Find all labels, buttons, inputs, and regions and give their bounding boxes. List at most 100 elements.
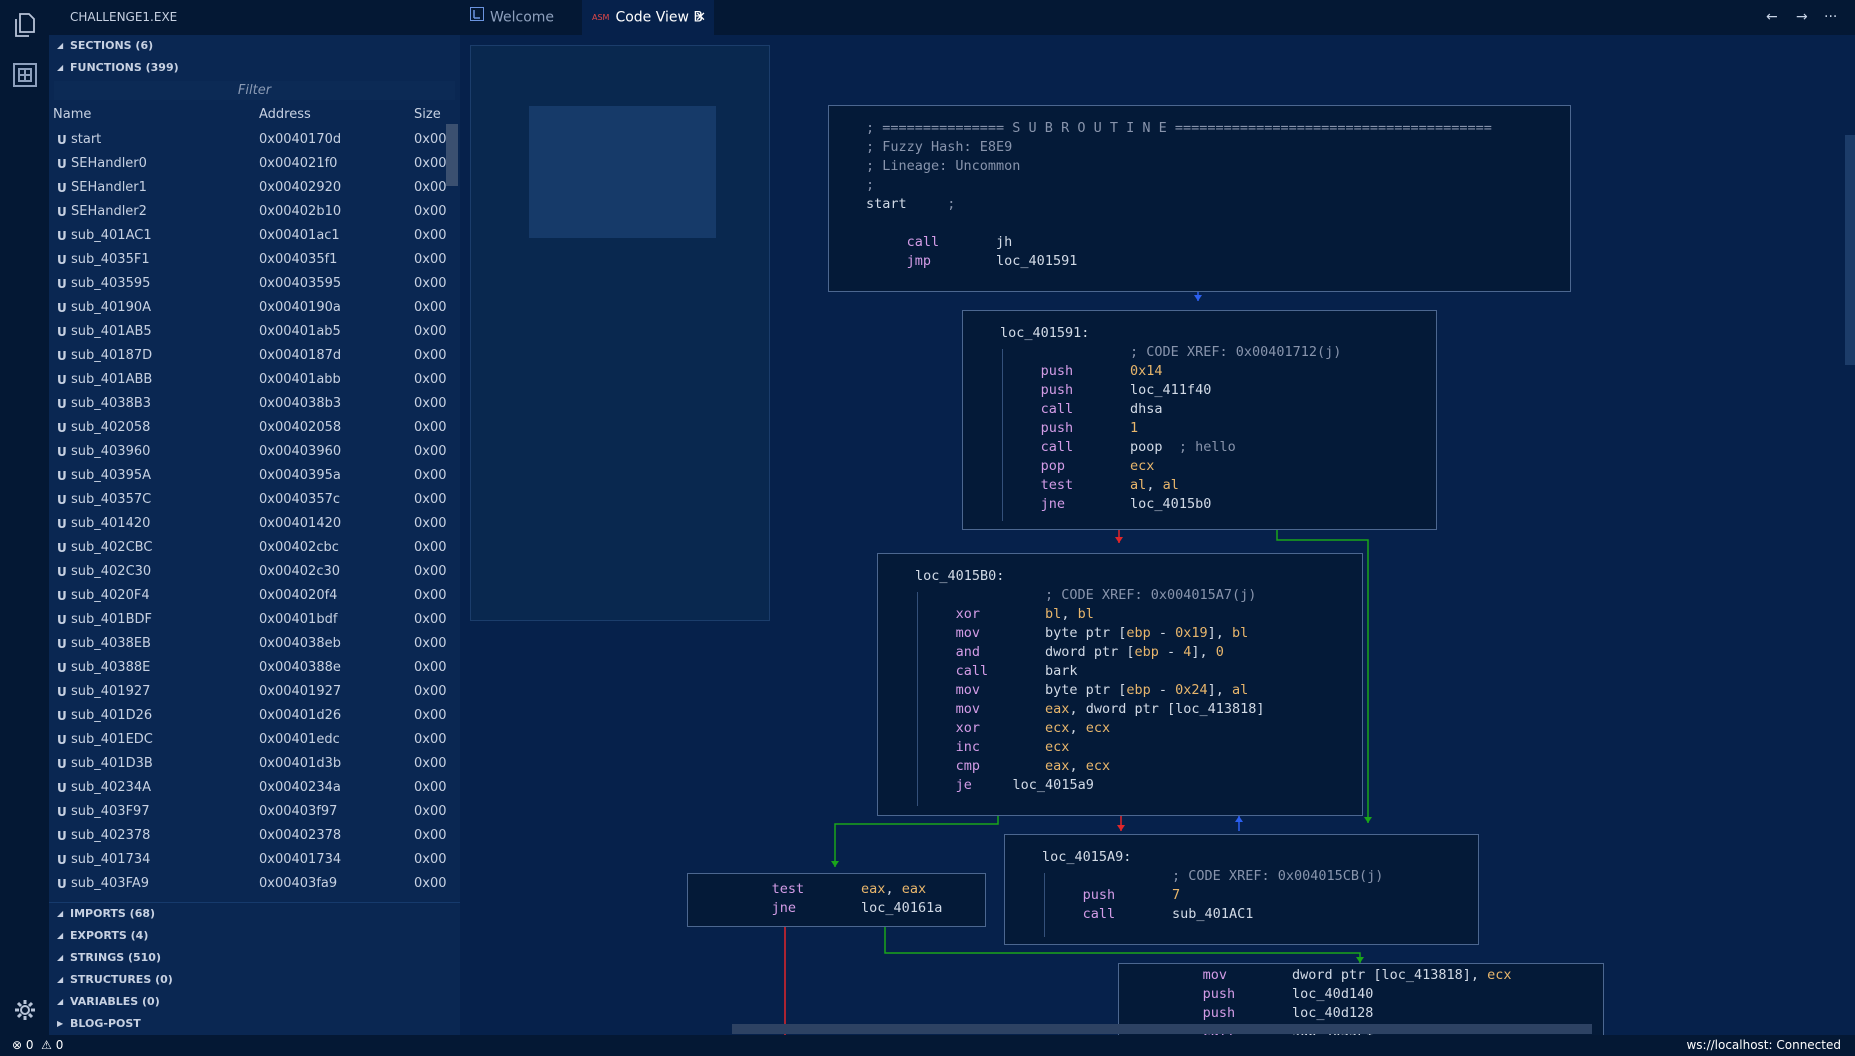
block-start[interactable]: ; =============== S U B R O U T I N E ==…: [828, 105, 1571, 292]
table-row[interactable]: Usub_402C30 0x00402c30 0x00000000: [49, 560, 447, 584]
column-address[interactable]: Address: [259, 102, 311, 128]
table-row[interactable]: Usub_40187D 0x0040187d 0x00000000: [49, 344, 447, 368]
table-row[interactable]: U SEHandler1 0x00402920 0x00000000: [49, 176, 447, 200]
block-test-eax[interactable]: test eax, eax jne loc_40161a: [687, 873, 986, 927]
code-line[interactable]: mov eax, dword ptr [loc_413818]: [915, 700, 1265, 719]
code-line[interactable]: mov byte ptr [ebp - 0x24], al: [915, 681, 1265, 700]
table-row[interactable]: Usub_4038B3 0x004038b3 0x00000000: [49, 392, 447, 416]
column-name[interactable]: Name: [53, 102, 91, 128]
code-graph-canvas[interactable]: ; =============== S U B R O U T I N E ==…: [460, 35, 1855, 1035]
explorer-files-icon[interactable]: [12, 12, 38, 38]
code-line[interactable]: start ;: [866, 195, 1492, 214]
code-line[interactable]: push 7: [1042, 886, 1383, 905]
code-line[interactable]: loc_4015A9:: [1042, 848, 1383, 867]
block-loc-401591[interactable]: loc_401591: ; CODE XREF: 0x00401712(j) p…: [962, 310, 1437, 530]
table-row[interactable]: Usub_401927 0x00401927 0x00000000: [49, 680, 447, 704]
functions-filter-input[interactable]: Filter: [54, 81, 455, 100]
close-tab-icon[interactable]: ✕: [695, 0, 706, 35]
table-row[interactable]: Usub_401BDF 0x00401bdf 0x00000000: [49, 608, 447, 632]
table-row[interactable]: Usub_401AB5 0x00401ab5 0x00000000: [49, 320, 447, 344]
code-line[interactable]: loc_401591:: [1000, 324, 1341, 343]
table-row[interactable]: Usub_401420 0x00401420 0x00000000: [49, 512, 447, 536]
table-row[interactable]: Usub_401AC1 0x00401ac1 0x00000000: [49, 224, 447, 248]
graph-horizontal-scrollbar[interactable]: [732, 1024, 1592, 1034]
table-row[interactable]: Usub_40395A 0x0040395a 0x00000000: [49, 464, 447, 488]
code-line[interactable]: test eax, eax: [731, 880, 942, 899]
table-row[interactable]: Usub_403595 0x00403595 0x00000000: [49, 272, 447, 296]
table-row[interactable]: Usub_401D3B 0x00401d3b 0x00000000: [49, 752, 447, 776]
table-row[interactable]: Usub_401ABB 0x00401abb 0x00000000: [49, 368, 447, 392]
section-header[interactable]: ◢ STRUCTURES (0): [49, 969, 460, 991]
code-line[interactable]: ; CODE XREF: 0x004015A7(j): [915, 586, 1265, 605]
errors-indicator[interactable]: ⊗ 0 ⚠ 0: [12, 1035, 63, 1056]
table-row[interactable]: Usub_4035F1 0x004035f1 0x00000000: [49, 248, 447, 272]
code-line[interactable]: ; CODE XREF: 0x00401712(j): [1000, 343, 1341, 362]
more-actions-icon[interactable]: ···: [1824, 0, 1837, 35]
table-row[interactable]: Usub_402378 0x00402378 0x00000000: [49, 824, 447, 848]
tab-welcome[interactable]: Welcome: [460, 0, 580, 35]
block-loc-4015b0[interactable]: loc_4015B0: ; CODE XREF: 0x004015A7(j) x…: [877, 553, 1363, 816]
code-line[interactable]: ; =============== S U B R O U T I N E ==…: [866, 119, 1492, 138]
code-line[interactable]: jne loc_4015b0: [1000, 495, 1341, 514]
code-line[interactable]: push 1: [1000, 419, 1341, 438]
code-line[interactable]: mov byte ptr [ebp - 0x19], bl: [915, 624, 1265, 643]
code-line[interactable]: jmp loc_401591: [866, 252, 1492, 271]
forward-arrow-icon[interactable]: →: [1796, 0, 1808, 35]
code-line[interactable]: je loc_4015a9: [915, 776, 1265, 795]
code-line[interactable]: ; Lineage: Uncommon: [866, 157, 1492, 176]
section-header[interactable]: ◢ STRINGS (510): [49, 947, 460, 969]
table-row[interactable]: Usub_403960 0x00403960 0x00000000: [49, 440, 447, 464]
table-row[interactable]: Usub_40234A 0x0040234a 0x00000000: [49, 776, 447, 800]
code-line[interactable]: xor ecx, ecx: [915, 719, 1265, 738]
table-row[interactable]: U SEHandler2 0x00402b10 0x00000000: [49, 200, 447, 224]
table-row[interactable]: Usub_403FA9 0x00403fa9 0x00000000: [49, 872, 447, 896]
table-row[interactable]: Usub_40190A 0x0040190a 0x00000000: [49, 296, 447, 320]
graph-vertical-scrollbar[interactable]: [1845, 135, 1855, 365]
code-line[interactable]: loc_4015B0:: [915, 567, 1265, 586]
code-line[interactable]: test al, al: [1000, 476, 1341, 495]
tab-code-view-b[interactable]: ASM Code View B ✕: [582, 0, 714, 35]
section-header[interactable]: ◢ IMPORTS (68): [49, 903, 460, 925]
code-line[interactable]: cmp eax, ecx: [915, 757, 1265, 776]
section-header[interactable]: ▶ BLOG-POST: [49, 1013, 460, 1035]
code-line[interactable]: call poop ; hello: [1000, 438, 1341, 457]
section-header[interactable]: ◢ EXPORTS (4): [49, 925, 460, 947]
code-line[interactable]: xor bl, bl: [915, 605, 1265, 624]
code-line[interactable]: call dhsa: [1000, 400, 1341, 419]
table-row[interactable]: Usub_402CBC 0x00402cbc 0x00000000: [49, 536, 447, 560]
code-line[interactable]: pop ecx: [1000, 457, 1341, 476]
code-line[interactable]: push loc_40d128: [1162, 1004, 1512, 1023]
table-row[interactable]: Usub_401EDC 0x00401edc 0x00000000: [49, 728, 447, 752]
table-row[interactable]: Usub_4038EB 0x004038eb 0x00000000: [49, 632, 447, 656]
code-line[interactable]: jne loc_40161a: [731, 899, 943, 918]
code-line[interactable]: ;: [866, 176, 1492, 195]
code-line[interactable]: call sub_401AC1: [1042, 905, 1383, 924]
code-line[interactable]: and dword ptr [ebp - 4], 0: [915, 643, 1265, 662]
code-line[interactable]: inc ecx: [915, 738, 1265, 757]
table-row[interactable]: Ustart 0x0040170d 0x00000000: [49, 128, 447, 152]
code-line[interactable]: [866, 214, 1492, 233]
block-loc-4015a9[interactable]: loc_4015A9: ; CODE XREF: 0x004015CB(j) p…: [1004, 834, 1479, 945]
code-line[interactable]: push loc_40d140: [1162, 985, 1512, 1004]
sections-header[interactable]: ◢ SECTIONS (6): [49, 35, 460, 57]
table-row[interactable]: Usub_401D26 0x00401d26 0x00000000: [49, 704, 447, 728]
table-row[interactable]: Usub_403F97 0x00403f97 0x00000000: [49, 800, 447, 824]
table-row[interactable]: Usub_40388E 0x0040388e 0x00000000: [49, 656, 447, 680]
table-row[interactable]: U SEHandler0 0x004021f0 0x00000000: [49, 152, 447, 176]
code-line[interactable]: call bark: [915, 662, 1265, 681]
code-line[interactable]: mov dword ptr [loc_413818], ecx: [1162, 966, 1512, 985]
table-row[interactable]: Usub_402058 0x00402058 0x00000000: [49, 416, 447, 440]
code-view-icon[interactable]: [12, 62, 38, 88]
functions-scrollbar[interactable]: [446, 124, 458, 186]
section-header[interactable]: ◢ VARIABLES (0): [49, 991, 460, 1013]
settings-gear-icon[interactable]: [12, 997, 38, 1023]
code-line[interactable]: ; Fuzzy Hash: E8E9: [866, 138, 1492, 157]
code-line[interactable]: ; CODE XREF: 0x004015CB(j): [1042, 867, 1383, 886]
back-arrow-icon[interactable]: ←: [1766, 0, 1778, 35]
column-size[interactable]: Size: [414, 102, 441, 128]
functions-header[interactable]: ◢ FUNCTIONS (399): [49, 57, 460, 79]
code-line[interactable]: push 0x14: [1000, 362, 1341, 381]
table-row[interactable]: Usub_40357C 0x0040357c 0x00000000: [49, 488, 447, 512]
table-row[interactable]: Usub_4020F4 0x004020f4 0x00000000: [49, 584, 447, 608]
code-line[interactable]: call jh: [866, 233, 1492, 252]
